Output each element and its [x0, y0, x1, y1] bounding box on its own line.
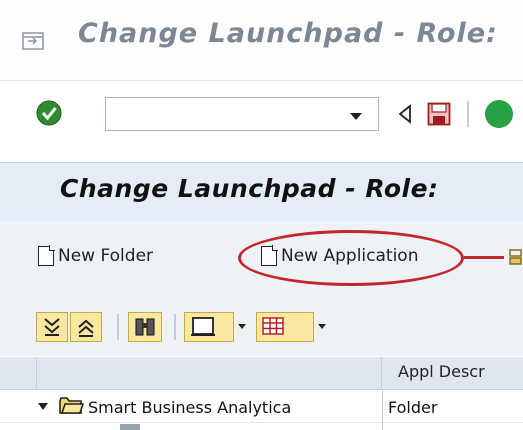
new-folder-button[interactable]: New Folder: [36, 244, 208, 272]
print-button[interactable]: [184, 312, 234, 342]
screen-icon: [22, 32, 44, 50]
find-icon: [135, 318, 155, 336]
alv-separator: [174, 314, 176, 340]
layout-button[interactable]: [256, 312, 314, 342]
layout-grid-icon: [262, 317, 284, 335]
command-field[interactable]: [105, 97, 379, 131]
column-header-appl-descr[interactable]: Appl Descr: [398, 362, 485, 381]
more-toolbar-icon[interactable]: [508, 248, 523, 266]
sap-window: Change Launchpad - Role: Change Launchpa…: [0, 0, 523, 430]
new-document-icon: [38, 245, 55, 266]
column-divider: [382, 390, 383, 430]
back-arrow-icon[interactable]: [398, 104, 412, 124]
new-folder-label: New Folder: [58, 246, 154, 266]
next-row-icon: [120, 424, 140, 430]
title-bar: Change Launchpad - Role:: [0, 0, 523, 81]
find-button[interactable]: [128, 312, 162, 342]
folder-icon: [59, 397, 84, 414]
alv-separator: [117, 314, 119, 340]
row-node-name: Smart Business Analytica: [88, 398, 292, 417]
layout-dropdown-icon[interactable]: [318, 324, 326, 329]
command-field-dropdown-icon[interactable]: [350, 113, 362, 120]
expand-node-icon[interactable]: [38, 403, 48, 410]
annotation-oval: [238, 230, 464, 286]
enter-check-icon[interactable]: [36, 100, 62, 126]
print-icon: [191, 317, 215, 336]
screen-title: Change Launchpad - Role:: [60, 174, 439, 203]
collapse-all-icon: [78, 319, 94, 337]
save-icon[interactable]: [427, 102, 451, 126]
expand-all-button[interactable]: [36, 312, 68, 342]
collapse-all-button[interactable]: [70, 312, 102, 342]
expand-all-icon: [44, 318, 60, 336]
annotation-line: [464, 256, 504, 259]
exit-icon[interactable]: [485, 100, 513, 128]
print-dropdown-icon[interactable]: [238, 324, 246, 329]
window-title: Change Launchpad - Role:: [78, 18, 498, 49]
row-appl-descr: Folder: [388, 398, 438, 417]
toolbar-separator: [467, 101, 469, 127]
column-header-tree[interactable]: [36, 357, 382, 389]
